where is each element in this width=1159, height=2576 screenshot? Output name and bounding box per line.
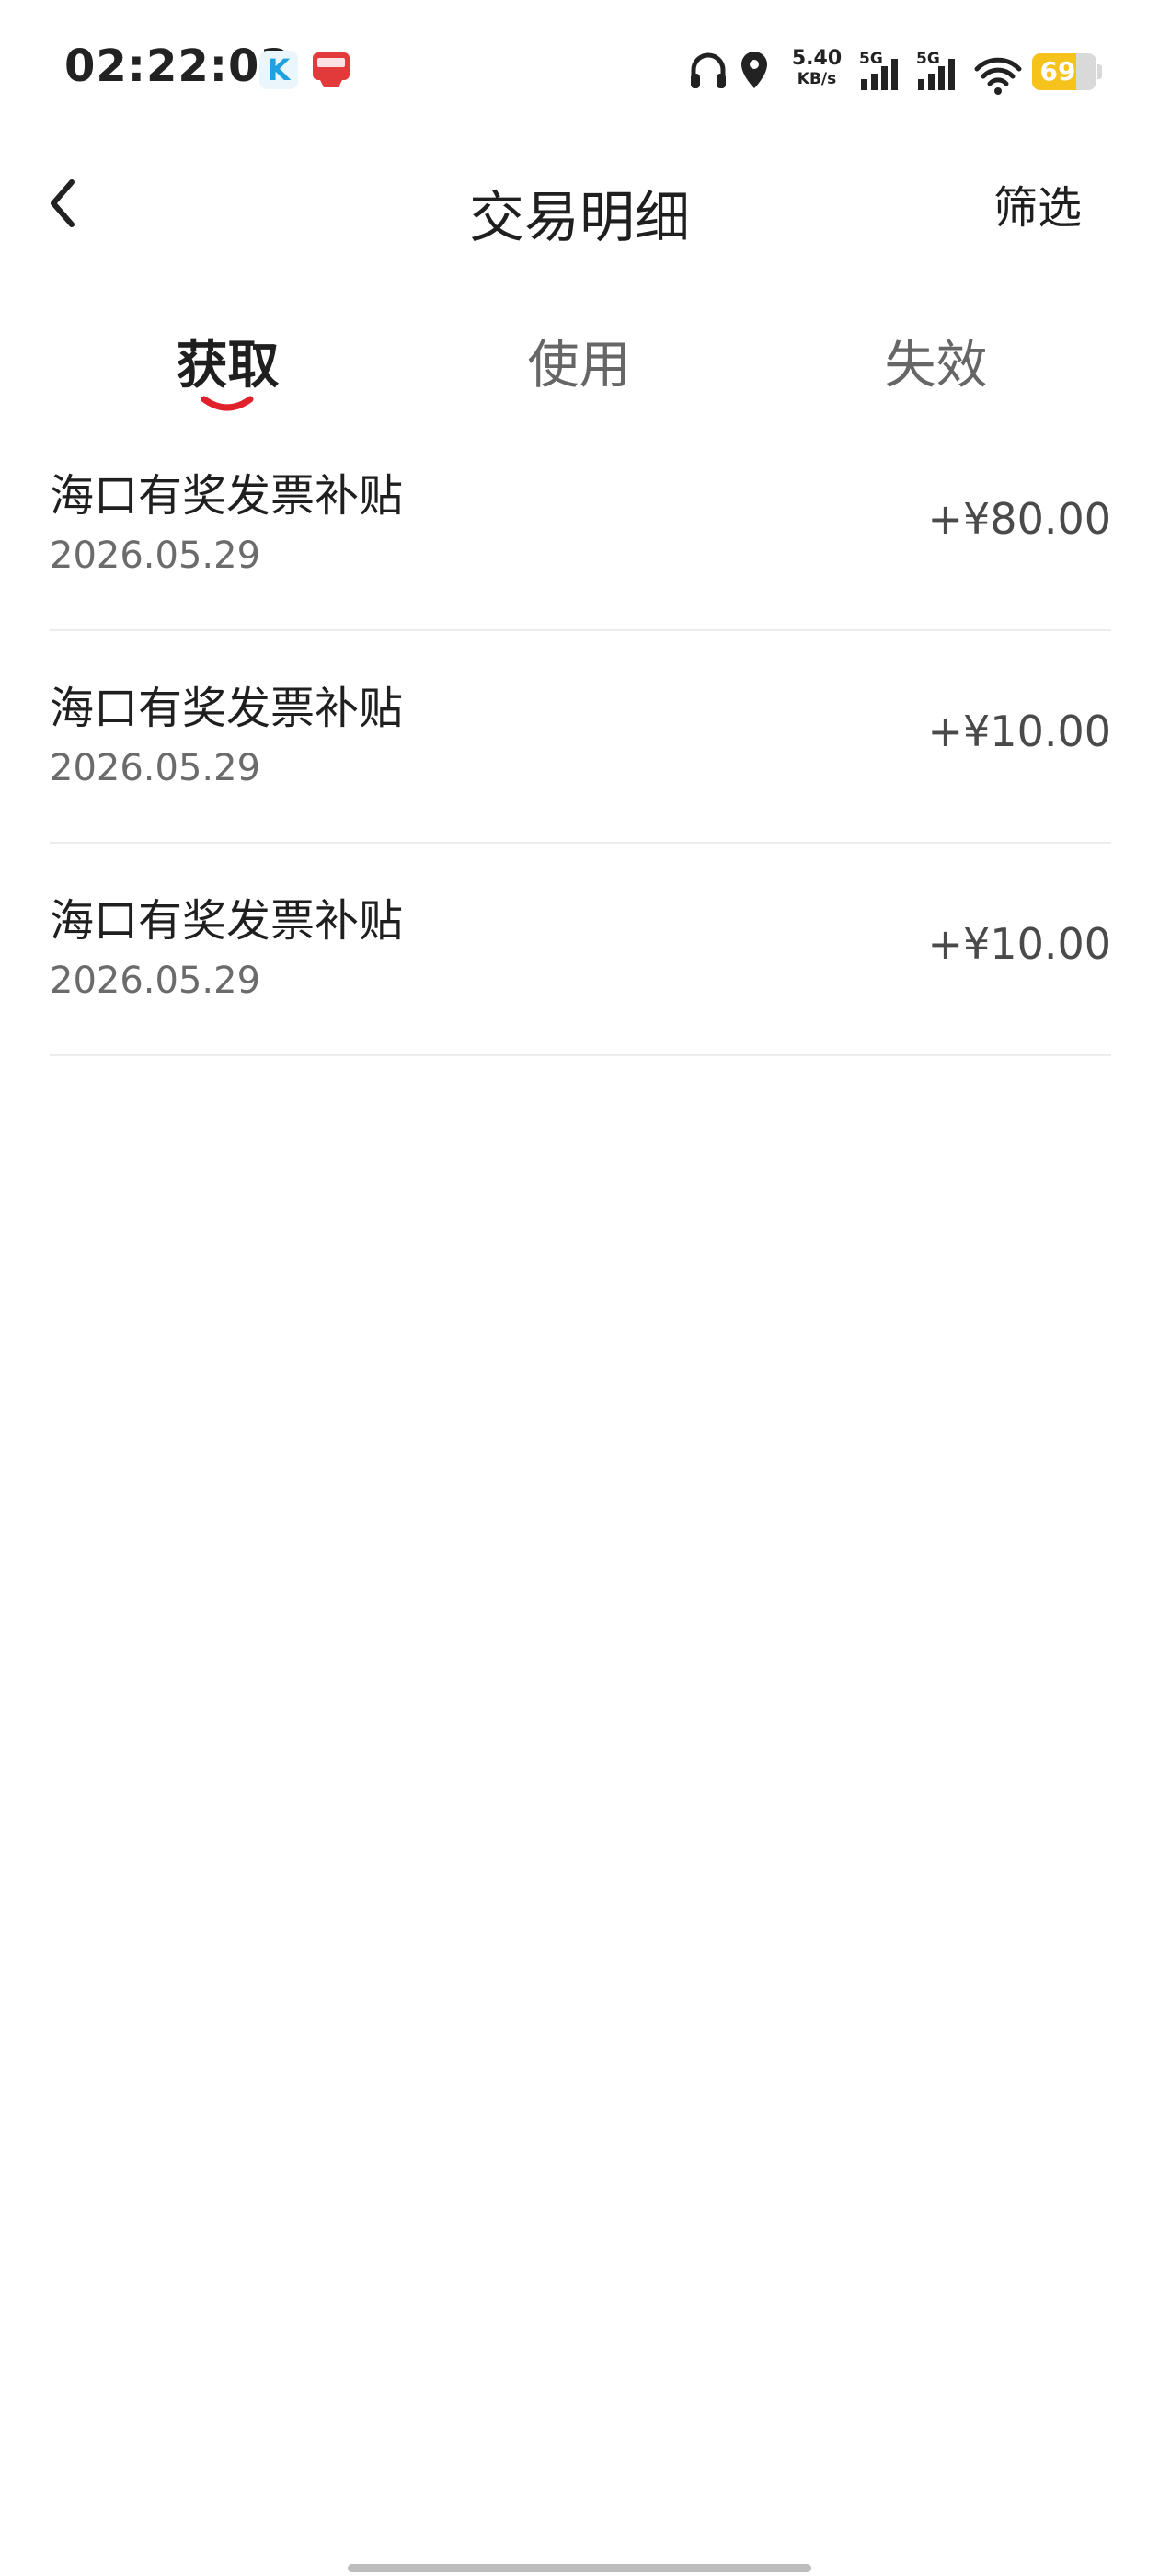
ticket-app-icon xyxy=(313,52,350,87)
active-tab-indicator xyxy=(201,396,254,411)
transaction-date: 2026.05.29 xyxy=(50,960,261,1002)
transaction-amount: +¥80.00 xyxy=(927,494,1112,544)
kuaishou-app-icon: K xyxy=(259,51,298,89)
tab-obtain[interactable]: 获取 xyxy=(175,324,281,398)
transaction-name: 海口有奖发票补贴 xyxy=(50,683,404,734)
signal-icon: 5G xyxy=(916,50,968,92)
status-bar: 02:22:03 K 5.40 KB/s 5G 5G 69 xyxy=(0,0,1159,138)
network-speed: 5.40 KB/s xyxy=(789,49,844,87)
network-speed-value: 5.40 xyxy=(791,47,843,70)
transaction-amount: +¥10.00 xyxy=(927,919,1112,969)
list-item[interactable]: 海口有奖发票补贴 2026.05.29 +¥80.00 xyxy=(50,419,1111,631)
page-title: 交易明细 xyxy=(469,186,690,250)
home-indicator[interactable] xyxy=(348,2564,811,2572)
wifi-icon xyxy=(974,57,1022,95)
battery-icon: 69 xyxy=(1032,53,1102,90)
transaction-name: 海口有奖发票补贴 xyxy=(50,470,404,522)
list-item[interactable]: 海口有奖发票补贴 2026.05.29 +¥10.00 xyxy=(50,631,1111,844)
tab-expired[interactable]: 失效 xyxy=(883,324,989,398)
location-icon xyxy=(741,52,767,88)
status-time: 02:22:03 xyxy=(64,40,292,92)
headset-icon xyxy=(691,52,726,88)
transaction-amount: +¥10.00 xyxy=(927,707,1112,756)
signal-icon: 5G xyxy=(859,50,911,92)
list-item[interactable]: 海口有奖发票补贴 2026.05.29 +¥10.00 xyxy=(50,844,1111,1056)
filter-button[interactable]: 筛选 xyxy=(993,171,1082,236)
network-speed-unit: KB/s xyxy=(797,70,837,88)
battery-level: 69 xyxy=(1039,56,1076,86)
transaction-date: 2026.05.29 xyxy=(50,747,261,789)
tab-use[interactable]: 使用 xyxy=(526,324,632,398)
transaction-name: 海口有奖发票补贴 xyxy=(50,895,404,947)
transaction-date: 2026.05.29 xyxy=(50,535,261,577)
